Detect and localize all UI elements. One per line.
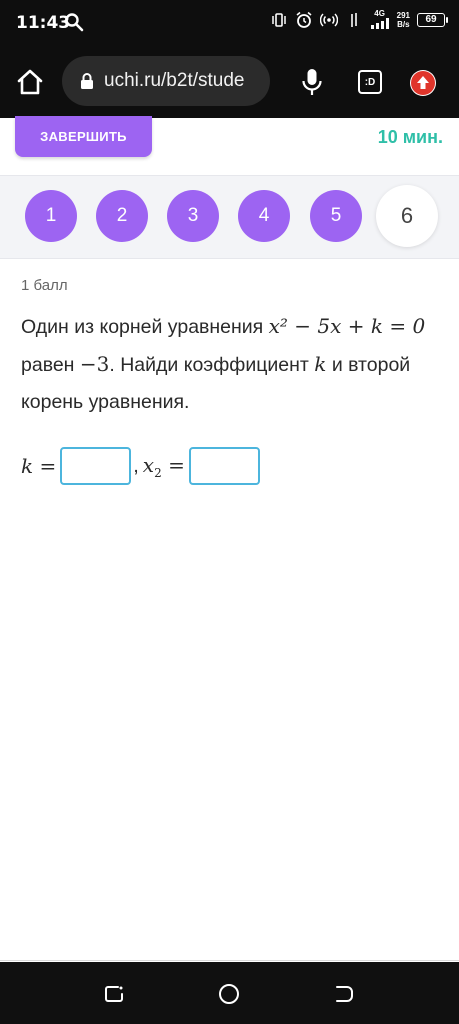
hotspot-icon bbox=[319, 11, 338, 29]
k-input[interactable] bbox=[60, 447, 132, 485]
question-4-button[interactable]: 4 bbox=[238, 190, 290, 242]
update-icon[interactable] bbox=[410, 70, 436, 96]
network-type: 4G bbox=[374, 9, 385, 18]
status-time: 11:43 bbox=[16, 13, 71, 33]
url-text: uchi.ru/b2t/stude bbox=[104, 70, 245, 91]
system-nav-bar bbox=[0, 962, 459, 1024]
vibrate-icon bbox=[270, 11, 288, 29]
equation: x² − 5x + k = 0 bbox=[268, 314, 426, 338]
address-bar[interactable]: uchi.ru/b2t/stude bbox=[62, 56, 270, 106]
var-k: k bbox=[314, 352, 327, 376]
home-nav-icon[interactable] bbox=[217, 982, 241, 1006]
status-bar: 11:43 4G 291 B/s 69 bbox=[0, 0, 459, 46]
task-text: Один из корней уравнения x² − 5x + k = 0… bbox=[21, 308, 441, 421]
x2-label: x2 = bbox=[142, 452, 185, 480]
net-speed: 291 B/s bbox=[396, 10, 410, 29]
question-3-button[interactable]: 3 bbox=[167, 190, 219, 242]
answer-separator: , bbox=[133, 454, 139, 477]
lock-icon bbox=[80, 72, 94, 90]
microphone-icon[interactable] bbox=[298, 66, 326, 98]
nav-divider bbox=[0, 960, 459, 961]
task-text-part-2: равен bbox=[21, 354, 75, 376]
back-icon[interactable] bbox=[332, 982, 356, 1006]
question-2-button[interactable]: 2 bbox=[96, 190, 148, 242]
question-1-button[interactable]: 1 bbox=[25, 190, 77, 242]
timer: 10 мин. bbox=[377, 127, 443, 147]
question-6-button-current[interactable]: 6 bbox=[376, 185, 438, 247]
status-icons: 4G 291 B/s 69 bbox=[270, 10, 448, 29]
question-5-button[interactable]: 5 bbox=[310, 190, 362, 242]
data-arrows-icon bbox=[345, 11, 363, 29]
x2-input[interactable] bbox=[188, 447, 260, 485]
task-text-part-1: Один из корней уравнения bbox=[21, 316, 264, 338]
question-nav: 1 2 3 4 5 6 bbox=[0, 175, 459, 259]
finish-button[interactable]: ЗАВЕРШИТЬ bbox=[15, 116, 152, 157]
root-value: −3 bbox=[79, 352, 110, 376]
search-icon bbox=[64, 12, 84, 37]
recents-icon[interactable] bbox=[102, 982, 126, 1006]
k-label: k = bbox=[21, 454, 57, 478]
signal-icon: 4G bbox=[370, 10, 390, 29]
answer-row: k = , x2 = bbox=[21, 446, 262, 486]
tabs-button[interactable]: :D bbox=[358, 70, 382, 94]
task-points: 1 балл bbox=[21, 277, 68, 294]
battery-icon: 69 bbox=[417, 12, 448, 27]
task-text-part-3: . Найди коэффициент bbox=[109, 354, 309, 376]
home-icon[interactable] bbox=[14, 66, 46, 98]
alarm-icon bbox=[295, 11, 313, 29]
browser-toolbar: uchi.ru/b2t/stude :D bbox=[0, 46, 459, 118]
